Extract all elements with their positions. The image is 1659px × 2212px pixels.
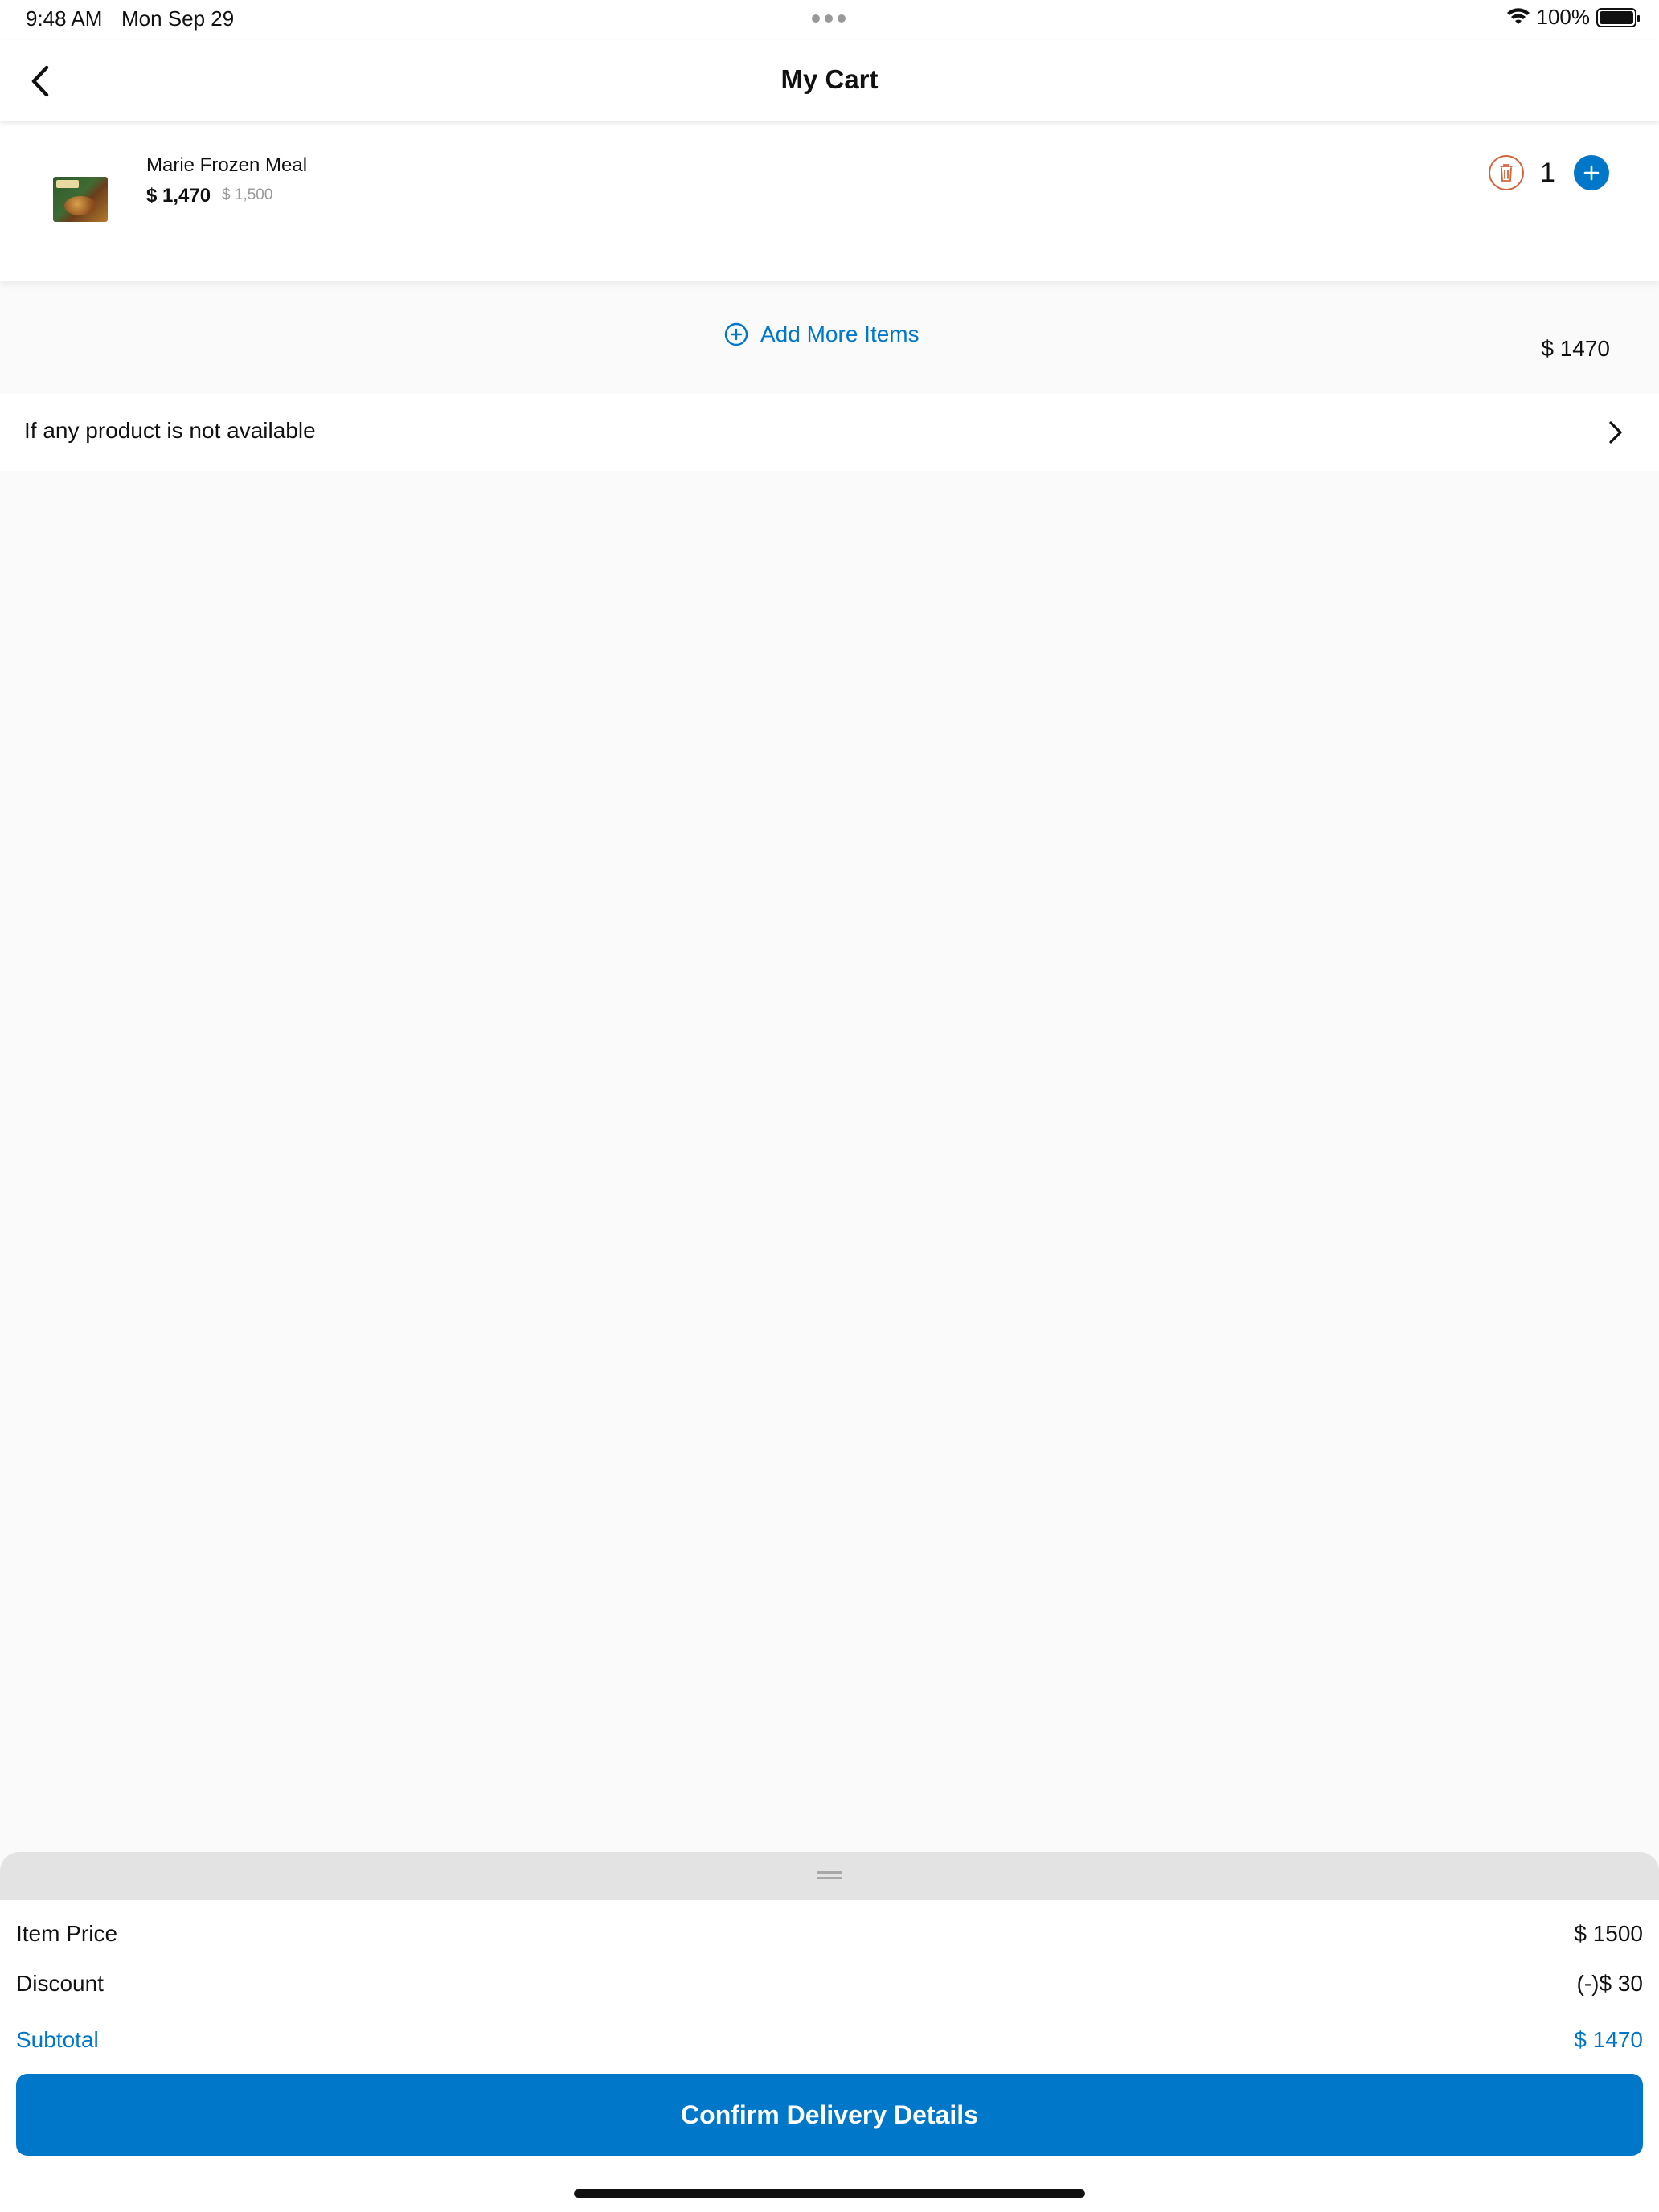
delete-item-button[interactable] — [1489, 155, 1524, 190]
drag-handle-icon[interactable] — [817, 1871, 842, 1881]
plus-circle-icon — [724, 322, 748, 346]
product-image[interactable] — [53, 177, 108, 222]
wifi-icon — [1506, 7, 1530, 24]
item-price-label: Item Price — [16, 1921, 118, 1946]
battery-icon — [1596, 7, 1640, 27]
confirm-delivery-button[interactable]: Confirm Delivery Details — [16, 2074, 1643, 2156]
item-price-row: Item Price $ 1500 — [16, 1921, 1643, 1947]
discount-label: Discount — [16, 1971, 104, 1996]
discount-value: (-)$ 30 — [1576, 1971, 1643, 1996]
product-price: $ 1,470 — [146, 185, 211, 207]
page-title: My Cart — [780, 64, 879, 94]
product-original-price: $ 1,500 — [222, 186, 273, 203]
line-total: $ 1470 — [1541, 336, 1610, 361]
status-time: 9:48 AM — [26, 6, 103, 31]
subtotal-row: Subtotal $ 1470 — [16, 2027, 1643, 2053]
subtotal-label: Subtotal — [16, 2027, 99, 2052]
unavailable-product-label: If any product is not available — [24, 418, 316, 443]
increase-quantity-button[interactable] — [1574, 155, 1609, 190]
multitasking-dots-icon[interactable] — [812, 14, 846, 23]
add-more-items-button[interactable]: Add More Items — [723, 322, 920, 347]
battery-percentage: 100% — [1536, 5, 1591, 29]
status-bar: 9:48 AM Mon Sep 29 100% — [0, 0, 1659, 40]
order-summary-sheet: Item Price $ 1500 Discount (-)$ 30 Subto… — [0, 1852, 1659, 2212]
add-more-items-label: Add More Items — [760, 322, 920, 346]
product-name: Marie Frozen Meal — [146, 154, 308, 176]
subtotal-value: $ 1470 — [1574, 2027, 1643, 2052]
discount-row: Discount (-)$ 30 — [16, 1971, 1643, 1997]
chevron-right-icon — [1609, 421, 1622, 444]
sheet-drag-bar[interactable] — [0, 1852, 1659, 1900]
status-date: Mon Sep 29 — [121, 6, 235, 31]
home-indicator[interactable] — [574, 2189, 1085, 2198]
status-indicators: 100% — [1506, 5, 1640, 30]
item-price-value: $ 1500 — [1574, 1921, 1643, 1946]
plus-icon — [1583, 165, 1600, 181]
cart-item-card: Marie Frozen Meal $ 1,470 $ 1,500 $ 1470 — [0, 121, 1659, 361]
quantity-value: 1 — [1540, 158, 1555, 188]
unavailable-product-option[interactable]: If any product is not available — [0, 394, 1659, 471]
trash-icon — [1500, 164, 1513, 182]
nav-bar: My Cart — [0, 40, 1659, 121]
cart-screen: 9:48 AM Mon Sep 29 100% My Cart Marie Fr… — [0, 0, 1659, 2212]
